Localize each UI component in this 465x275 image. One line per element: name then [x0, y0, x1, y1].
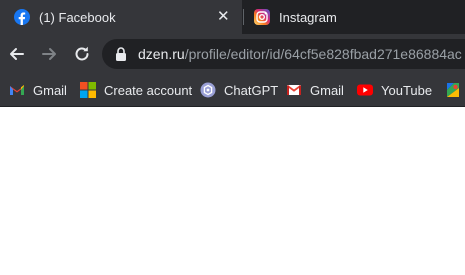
instagram-icon: [254, 9, 270, 25]
bookmark-label: YouTube: [381, 82, 433, 98]
bookmark-label: ChatGPT: [224, 82, 279, 98]
bookmark-youtube[interactable]: YouTube: [357, 81, 432, 99]
bookmarks-bar: Gmail Create account ChatGPT Gmail YouTu…: [0, 74, 465, 107]
page-content: [0, 107, 465, 275]
bookmark-create-account[interactable]: Create account: [80, 81, 192, 99]
arrow-right-icon[interactable]: [39, 44, 59, 64]
bookmark-label: Create account: [104, 82, 193, 98]
tab-instagram[interactable]: Instagram: [245, 0, 465, 34]
reload-icon[interactable]: [72, 44, 92, 64]
url-host: dzen.ru: [138, 46, 185, 62]
youtube-icon: [357, 84, 373, 96]
bookmark-gmail[interactable]: Gmail: [9, 81, 67, 99]
tab-separator: [243, 9, 244, 25]
url-path: /profile/editor/id/64cf5e828fbad271e8688…: [184, 46, 462, 62]
chatgpt-icon: [200, 82, 216, 98]
close-tab-icon[interactable]: ✕: [217, 8, 230, 26]
arrow-left-icon[interactable]: [7, 44, 27, 64]
tab-title: Instagram: [279, 10, 337, 25]
facebook-icon: [14, 9, 30, 25]
bookmark-chatgpt[interactable]: ChatGPT: [200, 81, 278, 99]
lock-icon[interactable]: [114, 46, 128, 62]
google-maps-icon: [447, 83, 459, 97]
tab-title: (1) Facebook: [39, 10, 116, 25]
url-text[interactable]: dzen.ru/profile/editor/id/64cf5e828fbad2…: [138, 46, 462, 62]
bookmark-google-maps[interactable]: [445, 81, 465, 99]
gmail-icon: [286, 85, 302, 95]
tab-strip: (1) Facebook ✕ Instagram: [0, 0, 465, 34]
address-bar[interactable]: dzen.ru/profile/editor/id/64cf5e828fbad2…: [102, 39, 465, 69]
bookmark-gmail[interactable]: Gmail: [286, 81, 344, 99]
gmail-icon: [10, 85, 24, 95]
bookmark-label: Gmail: [33, 82, 67, 98]
bookmark-label: Gmail: [310, 82, 344, 98]
microsoft-icon: [80, 82, 96, 98]
tab-facebook[interactable]: (1) Facebook ✕: [0, 0, 242, 34]
browser-toolbar: dzen.ru/profile/editor/id/64cf5e828fbad2…: [0, 34, 465, 74]
